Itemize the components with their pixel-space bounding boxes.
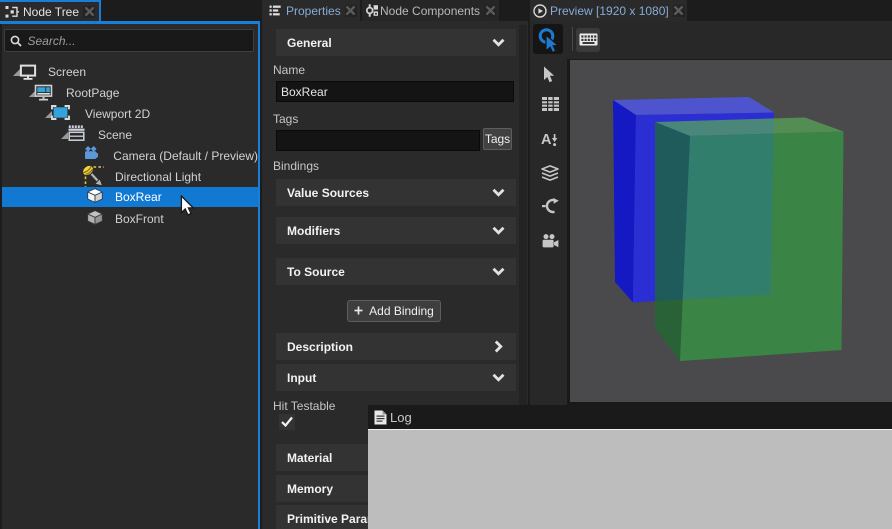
svg-text:A: A	[541, 132, 552, 148]
